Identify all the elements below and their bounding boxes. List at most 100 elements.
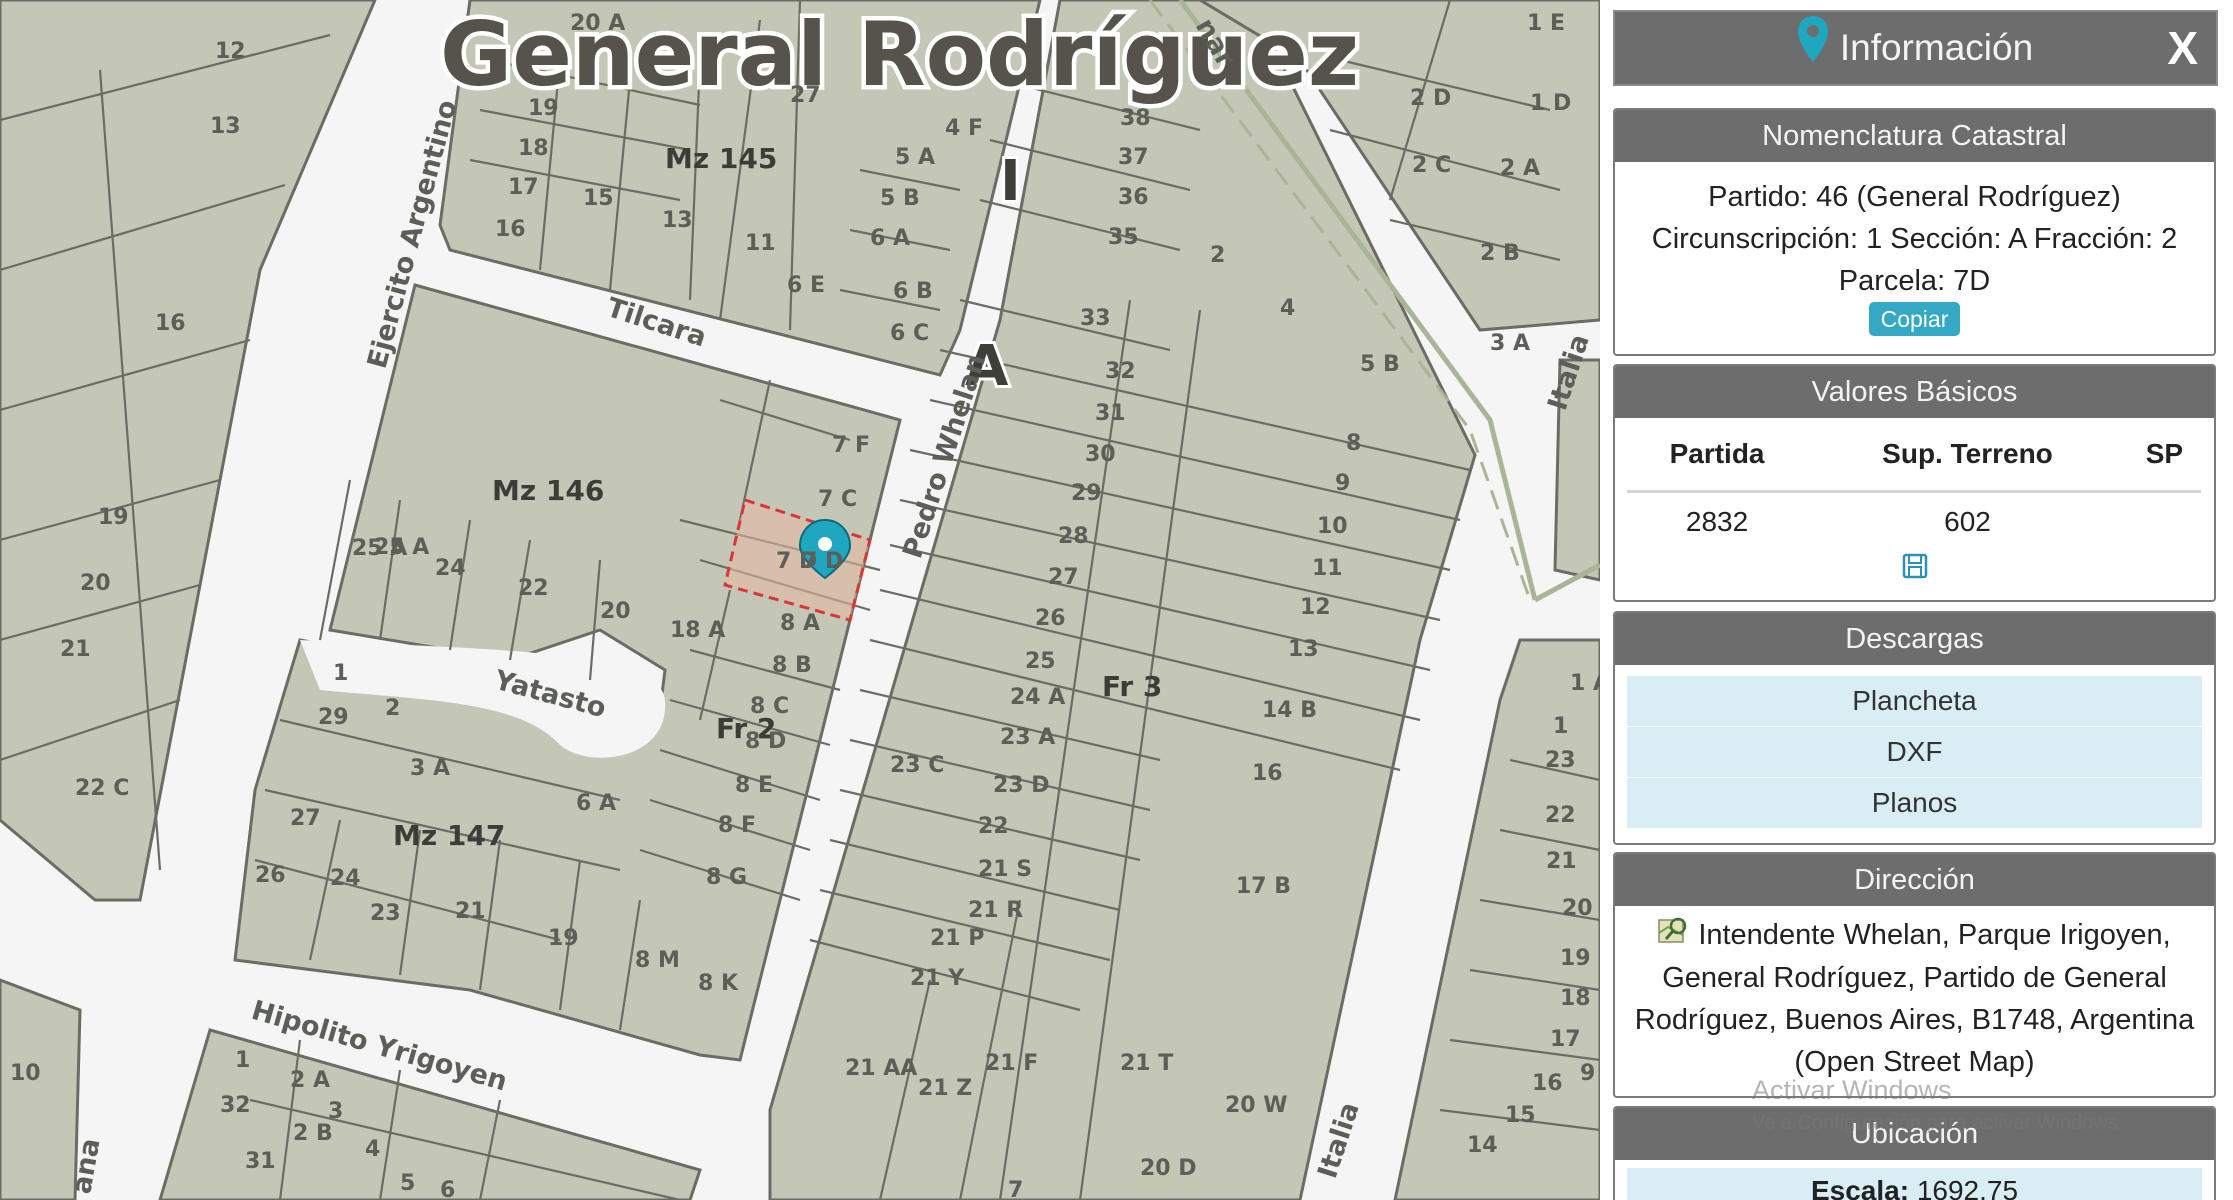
cell-sp	[2128, 492, 2201, 552]
nomenclatura-parcela: Parcela: 7D	[1838, 265, 1991, 297]
table-row: 2832 602	[1627, 492, 2201, 552]
block-southwest[interactable]	[0, 978, 82, 1200]
lot-label: 23 C	[890, 753, 944, 778]
lot-label: 5 B	[1360, 352, 1400, 377]
lot-label: 8	[1346, 431, 1361, 456]
close-button[interactable]: X	[2167, 12, 2198, 84]
lot-label: 24 A	[1010, 685, 1065, 710]
lot-label: 21 AA	[845, 1056, 917, 1081]
lot-label: 19	[548, 926, 579, 951]
map-search-icon[interactable]	[1658, 915, 1690, 957]
nomenclatura-partido: Partido: 46 (General Rodríguez)	[1708, 181, 2121, 213]
lot-label: 23	[1545, 748, 1576, 773]
lot-label: 27	[1048, 565, 1079, 590]
lot-label: 18	[1560, 986, 1591, 1011]
lot-label: 6 C	[890, 321, 929, 346]
lot-label: 33	[1080, 306, 1111, 331]
lot-label: 20 A	[570, 11, 625, 36]
lot-label: 22	[1545, 803, 1576, 828]
lot-label: 21 S	[978, 857, 1032, 882]
activate-windows-hint: Ve a Configuración para activar Windows.	[1752, 1112, 2124, 1134]
lot-label: 19	[98, 505, 129, 530]
cell-partida: 2832	[1685, 506, 1749, 537]
lot-label: 29	[318, 705, 349, 730]
lot-label: 22 C	[75, 776, 129, 801]
section-letter-i: I	[1000, 149, 1021, 214]
lot-label: 2 B	[1480, 241, 1520, 266]
lot-label: 23	[370, 901, 401, 926]
lot-label: 16	[1532, 1071, 1563, 1096]
lot-label: 14	[1467, 1133, 1498, 1158]
lot-label: 2 B	[293, 1121, 333, 1146]
lot-label: 21 R	[968, 898, 1023, 923]
scale-row: Escala: 1692.75	[1627, 1168, 2202, 1200]
lot-label: 21	[455, 899, 486, 924]
lot-label: 18 A	[670, 618, 725, 643]
lot-label: 1 E	[1527, 11, 1565, 36]
map-canvas[interactable]: General Rodríguez I A Mz 145 Mz 146 Mz 1…	[0, 0, 1600, 1200]
descargas-title: Descargas	[1615, 613, 2214, 665]
lot-label: 1	[235, 1048, 250, 1073]
lot-label: 12	[1300, 595, 1331, 620]
lot-label: 6 E	[787, 273, 825, 298]
lot-label: 31	[245, 1149, 276, 1174]
lot-label: 26	[1035, 606, 1066, 631]
lot-label: 10	[1317, 514, 1348, 539]
lot-label: 7	[1008, 1178, 1023, 1200]
save-icon[interactable]	[1902, 553, 1928, 584]
lot-label: 8 C	[750, 694, 789, 719]
lot-label: 25 A	[352, 536, 407, 561]
valores-table: Partida Sup. Terreno SP 2832 602	[1627, 418, 2201, 551]
lot-label: 4	[1280, 296, 1295, 321]
cadastral-map[interactable]: General Rodríguez I A Mz 145 Mz 146 Mz 1…	[0, 0, 1600, 1200]
lot-label: 27	[790, 83, 821, 108]
lot-label: 4	[365, 1137, 380, 1162]
lot-label: 10	[10, 1061, 41, 1086]
lot-label: 11	[1312, 556, 1343, 581]
lot-label: 11	[745, 231, 776, 256]
lot-label: 25	[1025, 649, 1056, 674]
copy-button[interactable]: Copiar	[1868, 302, 1961, 336]
lot-label: 17	[508, 175, 539, 200]
lot-label: 12	[215, 39, 246, 64]
lot-label: 20 W	[1225, 1093, 1288, 1118]
download-dxf[interactable]: DXF	[1627, 726, 2202, 777]
direccion-card: Dirección Intendente Whelan, Parque Irig…	[1613, 852, 2216, 1098]
lot-label: 5	[400, 1171, 415, 1196]
download-planos[interactable]: Planos	[1627, 777, 2202, 828]
lot-label: 21 Y	[910, 966, 965, 991]
lot-label: 8 A	[780, 611, 820, 636]
nomenclatura-card: Nomenclatura Catastral Partido: 46 (Gene…	[1613, 108, 2216, 356]
lot-label: 20	[1562, 896, 1593, 921]
lot-label: 1	[1553, 714, 1568, 739]
lot-label: 2 A	[290, 1068, 330, 1093]
scale-value: 1692.75	[1916, 1175, 2019, 1200]
lot-label: 27	[290, 806, 321, 831]
lot-label: E	[0, 0, 15, 6]
activate-windows-watermark: Activar Windows	[1752, 1075, 1952, 1105]
block-label-mz145: Mz 145	[665, 142, 777, 175]
lot-label: 32	[1105, 359, 1136, 384]
lot-label: 24	[435, 556, 466, 581]
lot-label: 1 A	[1570, 671, 1600, 696]
lot-label: 8 K	[698, 971, 739, 996]
lot-label: 29	[1071, 481, 1102, 506]
info-panel: Información X Nomenclatura Catastral Par…	[1600, 0, 2233, 1200]
download-plancheta[interactable]: Plancheta	[1627, 675, 2202, 726]
direccion-title: Dirección	[1615, 854, 2214, 906]
direccion-text: Intendente Whelan, Parque Irigoyen, Gene…	[1634, 919, 2195, 1079]
lot-label: 2 A	[1500, 156, 1540, 181]
lot-label: 20	[600, 599, 631, 624]
lot-label: 3 A	[1490, 331, 1530, 356]
lot-label: 19	[1560, 946, 1591, 971]
lot-label: 23 A	[1000, 725, 1055, 750]
lot-label: 21 T	[1120, 1051, 1173, 1076]
info-panel-header: Información X	[1613, 10, 2218, 86]
lot-label: 8 E	[735, 773, 773, 798]
lot-label: 2	[1210, 243, 1225, 268]
lot-label: 1	[333, 661, 348, 686]
lot-label: 22	[518, 576, 549, 601]
lot-label: 23 D	[993, 773, 1050, 798]
lot-label: 24	[330, 866, 361, 891]
lot-label: 36	[1118, 185, 1149, 210]
